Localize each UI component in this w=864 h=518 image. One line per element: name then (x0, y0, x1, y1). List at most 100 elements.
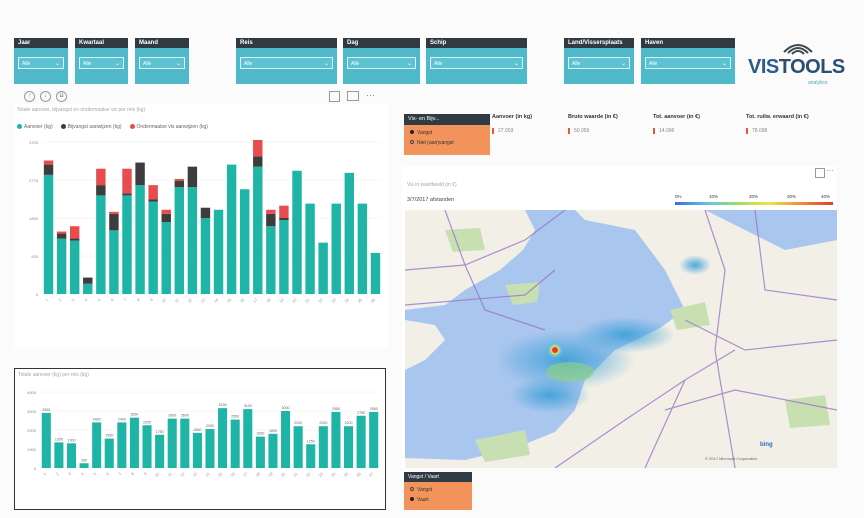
slicer-reis[interactable]: Reis Alle ⌄ (236, 38, 337, 84)
bar-segment[interactable] (161, 213, 171, 223)
filter-item-vangst[interactable]: Vangst (410, 487, 432, 493)
slicer-dag-dropdown[interactable]: Alle ⌄ (347, 57, 416, 69)
bar[interactable] (117, 422, 127, 468)
bar-segment[interactable] (56, 233, 67, 239)
bar[interactable] (268, 433, 278, 468)
bar-segment[interactable] (239, 189, 250, 294)
drill-down-icon[interactable]: ↓ (40, 91, 51, 102)
bar-segment[interactable] (200, 207, 211, 218)
slicer-haven-dropdown[interactable]: Alle ⌄ (645, 57, 731, 69)
bar[interactable] (205, 429, 215, 468)
bar[interactable] (369, 411, 379, 468)
bar-segment[interactable] (266, 226, 276, 294)
slicer-landvisser-dropdown[interactable]: Alle ⌄ (568, 57, 630, 69)
bar-segment[interactable] (109, 213, 119, 231)
bar[interactable] (129, 417, 139, 468)
bar-segment[interactable] (279, 218, 289, 221)
bar-segment[interactable] (135, 162, 145, 186)
bar-segment[interactable] (135, 185, 145, 294)
filter-item-vaart[interactable]: Vaart (410, 497, 429, 503)
bar-segment[interactable] (370, 252, 381, 294)
bar-segment[interactable] (200, 218, 211, 294)
bar-segment[interactable] (161, 209, 171, 214)
expand-all-icon[interactable]: ⇊ (56, 91, 67, 102)
slicer-schip[interactable]: Schip Alle ⌄ (426, 38, 527, 84)
slicer-schip-dropdown[interactable]: Alle ⌄ (430, 57, 523, 69)
more-options-icon[interactable]: ··· (826, 166, 834, 175)
bar[interactable] (356, 415, 366, 468)
bar[interactable] (142, 425, 152, 468)
slicer-kwartaal[interactable]: Kwartaal Alle ⌄ (75, 38, 128, 84)
bar-segment[interactable] (83, 277, 93, 284)
slicer-maand-dropdown[interactable]: Alle ⌄ (139, 57, 185, 69)
bar-segment[interactable] (318, 242, 328, 294)
bar[interactable] (331, 411, 341, 468)
bar-segment[interactable] (357, 203, 368, 294)
bar-segment[interactable] (226, 164, 237, 294)
bar[interactable] (230, 419, 240, 468)
selection-item-vangst[interactable]: Vangst (410, 130, 432, 136)
bar-segment[interactable] (122, 195, 132, 294)
bar-segment[interactable] (213, 209, 224, 294)
bar-segment[interactable] (122, 193, 132, 196)
bar[interactable] (41, 412, 51, 468)
bar-segment[interactable] (266, 209, 276, 214)
bar-segment[interactable] (109, 230, 119, 294)
focus-mode-icon[interactable] (347, 91, 359, 101)
bar-segment[interactable] (253, 139, 263, 157)
bar-segment[interactable] (96, 195, 106, 294)
bar-segment[interactable] (83, 283, 93, 294)
bar-segment[interactable] (56, 238, 67, 294)
bar-segment[interactable] (266, 213, 276, 227)
selection-item-niet-vangst[interactable]: Niet (aan)vangst (410, 140, 454, 146)
bar-segment[interactable] (161, 222, 171, 294)
bar-segment[interactable] (69, 238, 80, 241)
bar[interactable] (318, 426, 328, 468)
bar-segment[interactable] (174, 187, 185, 294)
bar[interactable] (192, 432, 202, 468)
slicer-kwartaal-dropdown[interactable]: Alle ⌄ (79, 57, 124, 69)
bar-segment[interactable] (96, 185, 106, 196)
bar[interactable] (54, 442, 64, 468)
slicer-landvisser[interactable]: Land/Vissersplaats Alle ⌄ (564, 38, 634, 84)
focus-mode-icon[interactable] (815, 168, 825, 178)
bar[interactable] (281, 411, 291, 468)
bar[interactable] (306, 444, 316, 468)
bar-segment[interactable] (56, 231, 67, 234)
bar-segment[interactable] (148, 199, 158, 202)
slicer-reis-dropdown[interactable]: Alle ⌄ (240, 57, 333, 69)
bar-segment[interactable] (43, 164, 54, 175)
bar-segment[interactable] (122, 168, 132, 194)
slicer-jaar[interactable]: Jaar Alle ⌄ (14, 38, 68, 84)
bar-segment[interactable] (43, 174, 54, 294)
slicer-haven[interactable]: Haven Alle ⌄ (641, 38, 735, 84)
drill-up-icon[interactable]: ↑ (24, 91, 35, 102)
bar-segment[interactable] (187, 166, 198, 188)
bar[interactable] (79, 463, 89, 468)
bar-segment[interactable] (43, 160, 54, 165)
bar[interactable] (155, 434, 165, 468)
heatmap-map[interactable]: bing © 2017 Microsoft Corporation (405, 210, 837, 468)
bar[interactable] (180, 418, 190, 468)
bar-segment[interactable] (96, 168, 106, 186)
bar[interactable] (293, 426, 303, 468)
bar-segment[interactable] (69, 240, 80, 294)
bar[interactable] (92, 422, 102, 468)
bar-segment[interactable] (253, 156, 263, 167)
bar-segment[interactable] (253, 166, 263, 294)
bar[interactable] (243, 409, 253, 468)
slicer-jaar-dropdown[interactable]: Alle ⌄ (18, 57, 64, 69)
bar[interactable] (167, 418, 177, 468)
slicer-maand[interactable]: Maand Alle ⌄ (135, 38, 189, 84)
bar[interactable] (66, 443, 77, 468)
bar-segment[interactable] (174, 181, 185, 188)
bar-segment[interactable] (279, 205, 289, 218)
bar-segment[interactable] (344, 172, 355, 294)
bar-segment[interactable] (292, 170, 302, 294)
bar-segment[interactable] (148, 201, 158, 294)
bar[interactable] (255, 436, 265, 468)
bar-segment[interactable] (187, 187, 198, 294)
bar-segment[interactable] (148, 185, 158, 200)
bar-segment[interactable] (109, 211, 119, 214)
bar[interactable] (343, 426, 354, 468)
